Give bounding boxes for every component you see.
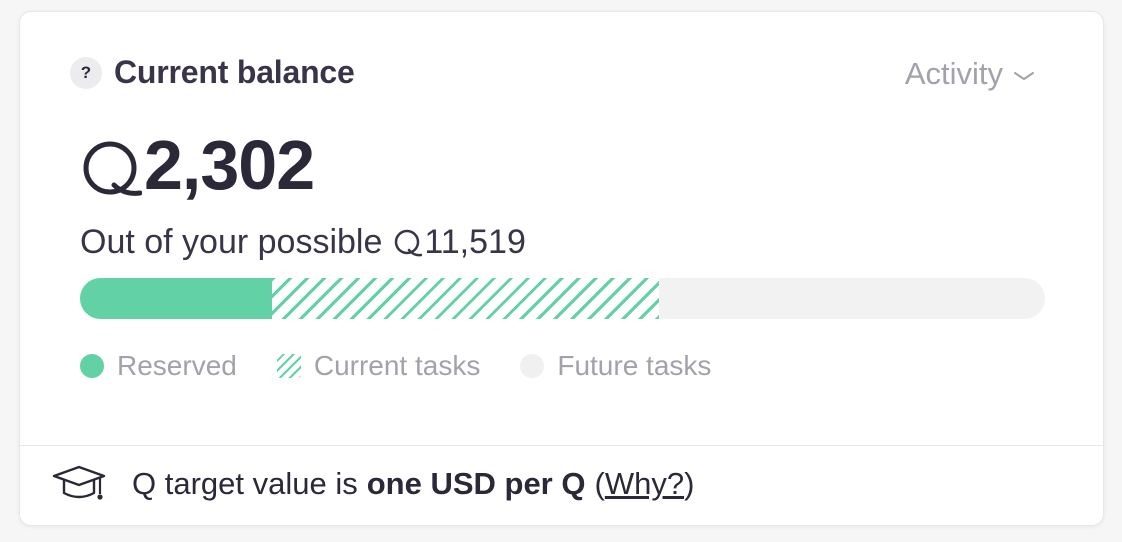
divider [20, 445, 1103, 446]
possible-label: Out of your possible [80, 223, 383, 261]
graduation-cap-icon [52, 465, 106, 500]
footer-paren-open: ( [594, 466, 605, 501]
possible-balance: Out of your possible 11,519 [80, 223, 526, 262]
help-icon[interactable]: ? [70, 56, 102, 89]
possible-value: 11,519 [424, 223, 526, 261]
activity-label: Activity [904, 56, 1003, 91]
q-currency-icon [83, 141, 142, 196]
progress-current-tasks-segment [272, 278, 659, 319]
chevron-down-icon [1014, 72, 1034, 80]
legend-current-tasks-label: Current tasks [313, 350, 481, 381]
legend-future-tasks-label: Future tasks [557, 350, 712, 381]
current-tasks-swatch [276, 354, 301, 378]
reserved-swatch [80, 354, 104, 378]
progress-reserved-segment [80, 278, 273, 319]
footer-note: Q target value is one USD per Q (Why?) [52, 464, 694, 504]
future-tasks-swatch [520, 354, 545, 378]
balance-value: 2,302 [144, 126, 315, 204]
legend-future-tasks: Future tasks [520, 350, 711, 382]
footer-text-bold: one USD per Q [366, 466, 586, 501]
legend-reserved: Reserved [80, 350, 237, 382]
footer-paren-close: ) [684, 466, 695, 501]
balance-progress-bar [80, 278, 1045, 319]
legend-current-tasks: Current tasks [276, 350, 481, 382]
card-title: Current balance [114, 54, 355, 90]
progress-legend: Reserved Current tasks Future tasks [80, 350, 751, 382]
balance-card: ? Current balance Activity 2,302 Out of … [19, 11, 1104, 526]
q-currency-icon [395, 229, 423, 256]
legend-reserved-label: Reserved [117, 350, 237, 381]
activity-dropdown[interactable]: Activity [905, 56, 1035, 92]
balance-amount: 2,302 [78, 126, 315, 204]
card-header: ? Current balance [70, 54, 355, 91]
why-link[interactable]: Why? [605, 466, 684, 502]
footer-text: Q target value is [132, 466, 358, 501]
